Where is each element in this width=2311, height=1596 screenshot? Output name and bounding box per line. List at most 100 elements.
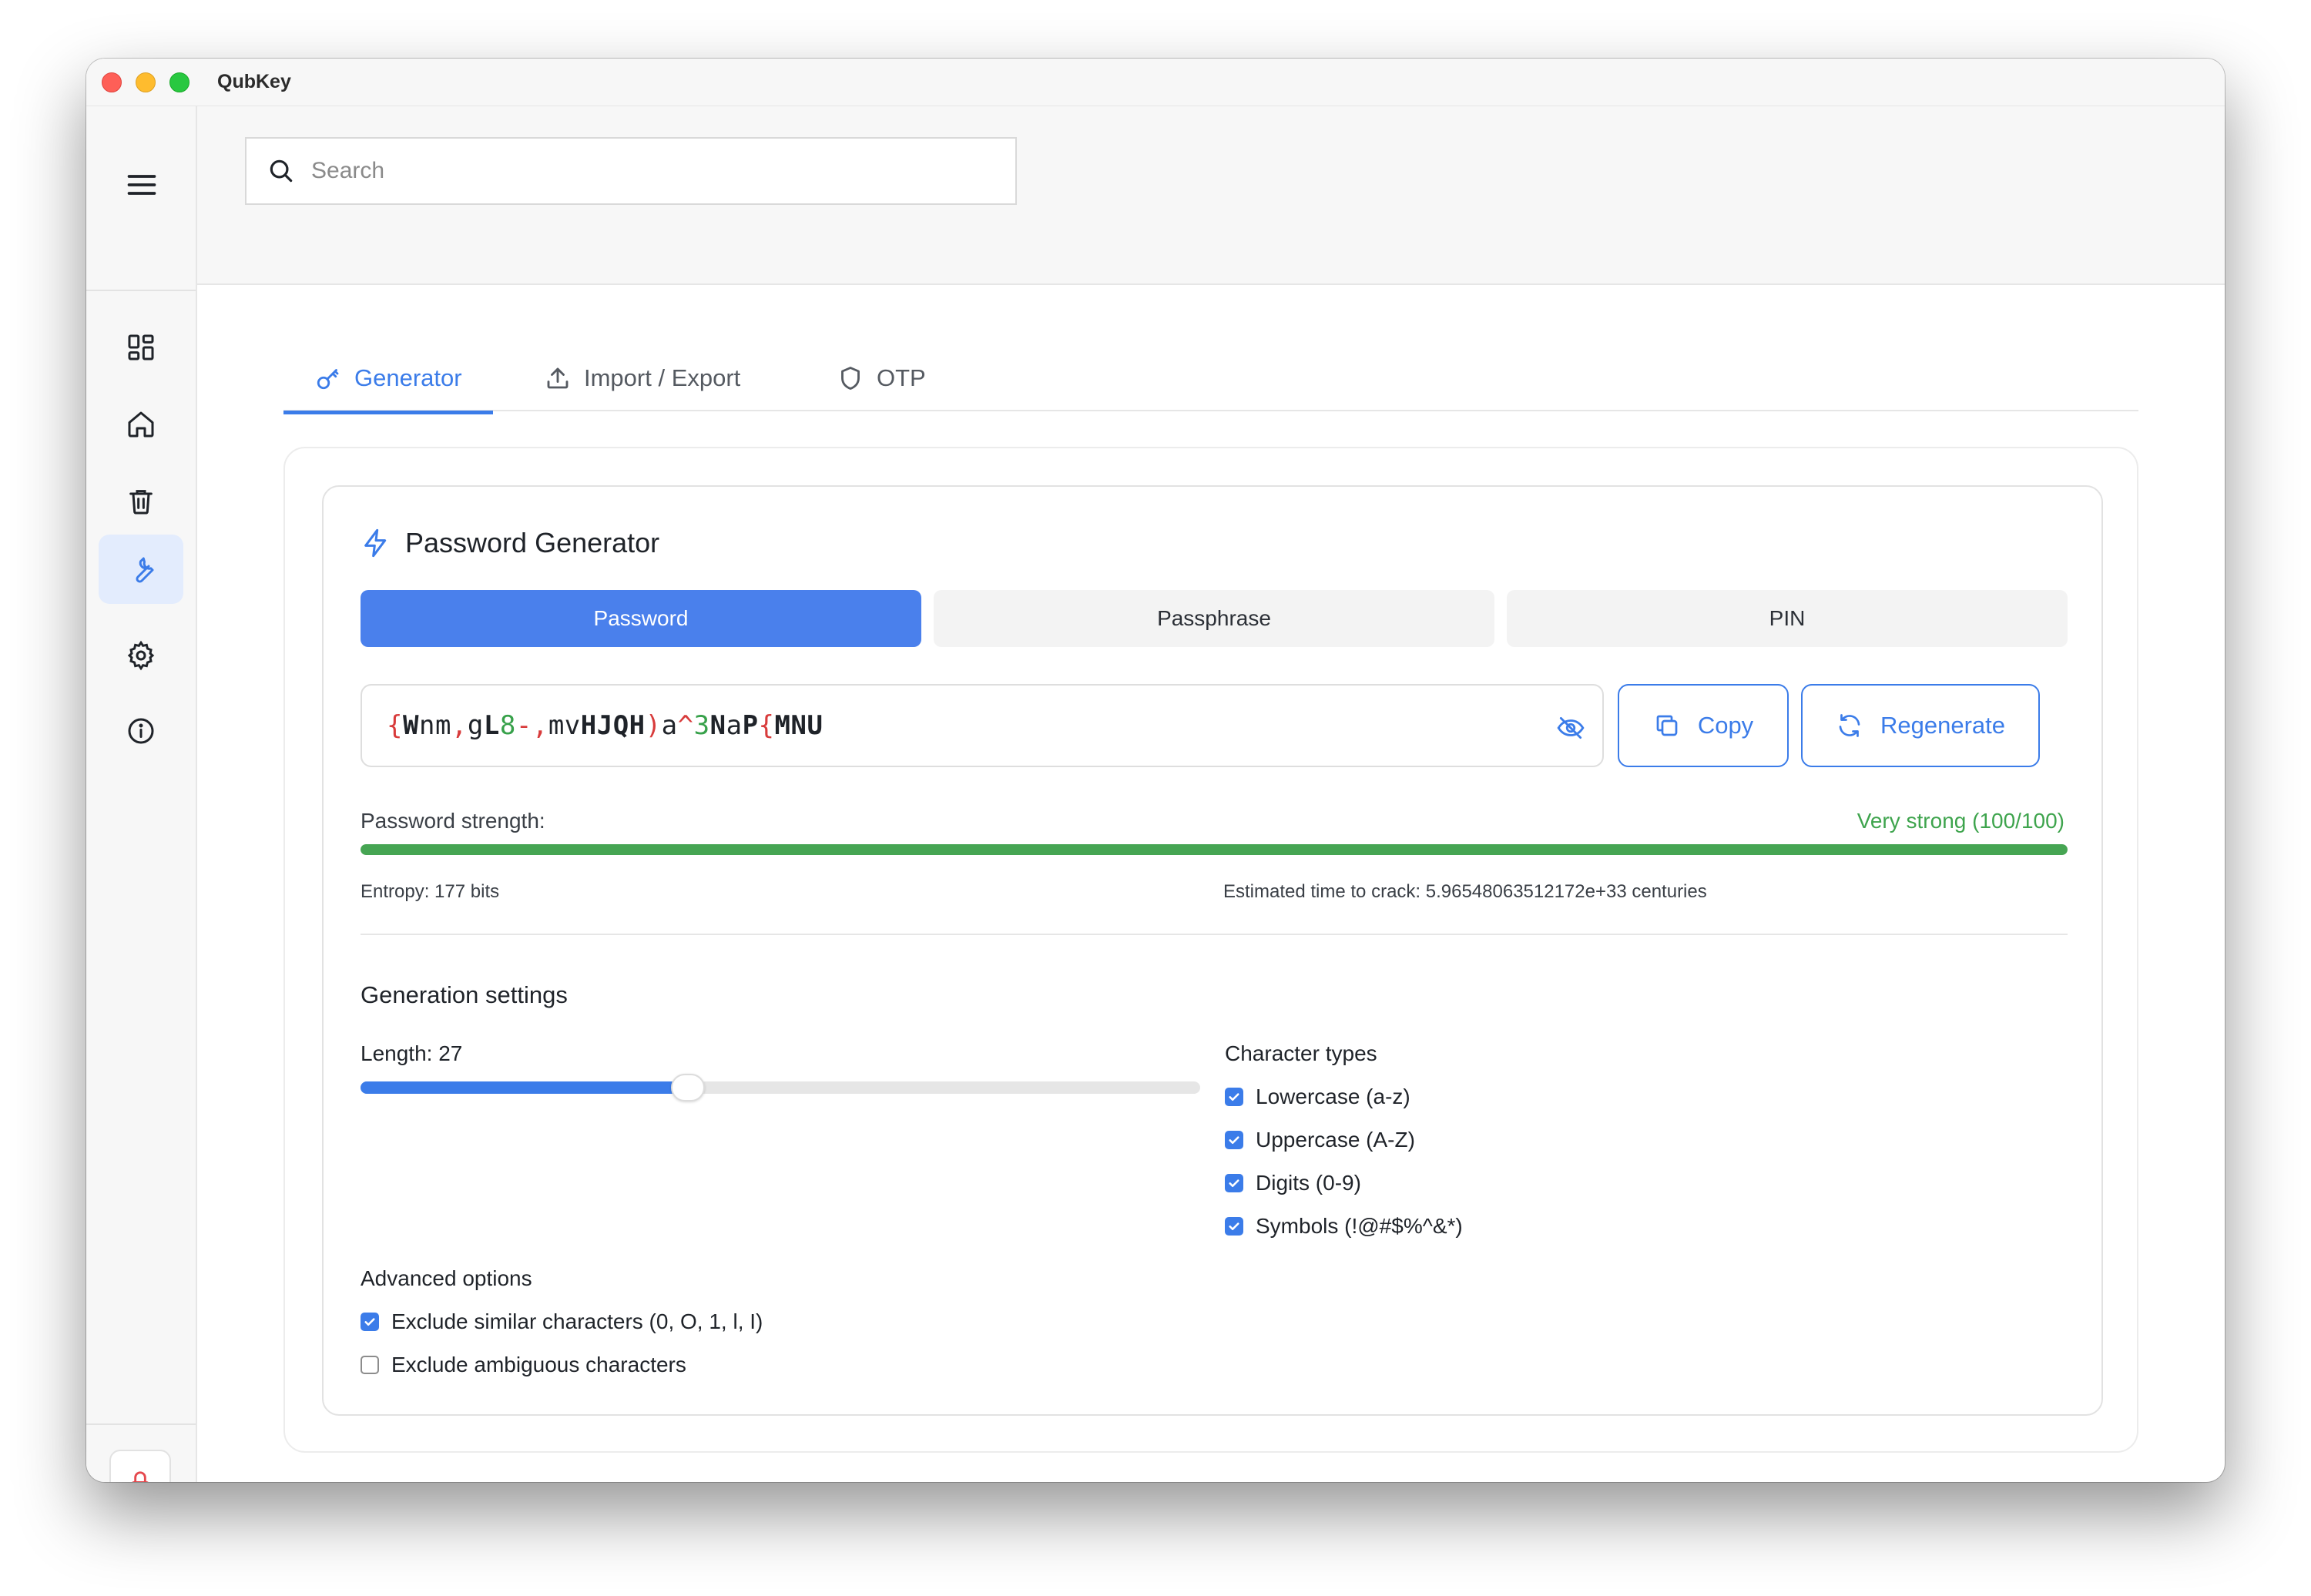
- menu-icon[interactable]: [125, 168, 159, 202]
- advanced-options-title: Advanced options: [361, 1266, 532, 1290]
- window-controls: [102, 72, 190, 92]
- checkbox-label: Symbols (!@#$%^&*): [1256, 1214, 1463, 1238]
- checkbox-lowercase[interactable]: Lowercase (a-z): [1225, 1085, 1410, 1109]
- sidebar-item-settings[interactable]: [99, 621, 183, 690]
- checkbox-digits[interactable]: Digits (0-9): [1225, 1171, 1361, 1195]
- crack-time-text: Estimated time to crack: 5.9654806351217…: [1223, 881, 1707, 902]
- search-box[interactable]: [245, 137, 1017, 205]
- regenerate-button[interactable]: Regenerate: [1801, 684, 2040, 767]
- entropy-text: Entropy: 177 bits: [361, 881, 500, 902]
- tab-otp[interactable]: OTP: [806, 345, 957, 411]
- eye-off-icon[interactable]: [1556, 713, 1585, 743]
- upload-icon: [547, 367, 569, 389]
- strength-bar: [361, 844, 2068, 855]
- strength-value: Very strong (100/100): [1857, 809, 2064, 833]
- card-title: Password Generator: [405, 527, 660, 558]
- sidebar-item-trash[interactable]: [99, 467, 183, 536]
- password-segment: HJQH: [580, 710, 646, 741]
- lightning-icon: [364, 528, 387, 558]
- checkbox-box[interactable]: [361, 1313, 379, 1331]
- password-segment: nm: [418, 710, 451, 741]
- char-types-title: Character types: [1225, 1041, 1377, 1065]
- top-bar: [197, 106, 2225, 285]
- checkbox-box[interactable]: [1225, 1174, 1243, 1192]
- dashboard-icon: [128, 334, 154, 360]
- length-slider[interactable]: [361, 1074, 1200, 1101]
- password-segment: ,: [451, 710, 468, 741]
- search-input[interactable]: [311, 158, 974, 184]
- password-segment: 8: [499, 710, 516, 741]
- password-segment: {: [758, 710, 775, 741]
- mode-pin-button[interactable]: PIN: [1507, 590, 2068, 647]
- password-segment: g: [467, 710, 484, 741]
- check-icon: [1229, 1222, 1239, 1231]
- lock-icon: [132, 1471, 149, 1482]
- gear-icon: [127, 640, 155, 671]
- checkbox-box[interactable]: [1225, 1131, 1243, 1149]
- checkbox-box[interactable]: [1225, 1217, 1243, 1236]
- shield-icon: [841, 367, 860, 390]
- copy-button[interactable]: Copy: [1618, 684, 1789, 767]
- checkbox-symbols[interactable]: Symbols (!@#$%^&*): [1225, 1214, 1463, 1239]
- section-divider: [361, 934, 2068, 935]
- wrench-icon: [136, 557, 154, 583]
- password-segment: L: [483, 710, 500, 741]
- sidebar-item-about[interactable]: [99, 696, 183, 766]
- password-segment: 3: [693, 710, 710, 741]
- settings-title: Generation settings: [361, 981, 568, 1008]
- card-header: Password Generator: [361, 527, 659, 559]
- checkbox-exclude-similar[interactable]: Exclude similar characters (0, O, 1, l, …: [361, 1309, 763, 1334]
- copy-icon: [1656, 715, 1678, 736]
- password-segment: ^: [677, 710, 694, 741]
- length-label: Length: 27: [361, 1041, 463, 1065]
- password-segment: mv: [548, 710, 581, 741]
- minimize-window-button[interactable]: [136, 72, 156, 92]
- sidebar-divider: [86, 290, 196, 291]
- sidebar-item-tools[interactable]: [99, 535, 183, 604]
- sidebar-divider: [86, 1423, 196, 1425]
- sidebar-item-dashboard[interactable]: [99, 313, 183, 382]
- close-window-button[interactable]: [102, 72, 122, 92]
- password-segment: a: [726, 710, 743, 741]
- sidebar: [86, 106, 197, 1482]
- tab-label: Import / Export: [584, 364, 741, 391]
- info-icon: [128, 718, 154, 744]
- search-icon: [270, 159, 293, 183]
- lock-vault-button[interactable]: [109, 1450, 171, 1482]
- checkbox-label: Exclude similar characters (0, O, 1, l, …: [391, 1309, 763, 1333]
- tab-label: Generator: [354, 364, 462, 391]
- password-output-field[interactable]: {Wnm,gL8-,mvHJQH)a^3NaP{MNU: [361, 684, 1604, 767]
- slider-thumb[interactable]: [671, 1074, 706, 1101]
- mode-password-button[interactable]: Password: [361, 590, 921, 647]
- password-segment: {: [387, 710, 403, 741]
- tab-label: OTP: [877, 364, 926, 391]
- checkbox-box[interactable]: [1225, 1088, 1243, 1106]
- home-icon: [128, 411, 154, 438]
- password-segment: W: [402, 710, 419, 741]
- checkbox-exclude-ambiguous[interactable]: Exclude ambiguous characters: [361, 1353, 686, 1377]
- generator-panel: Password Generator Password Passphrase P…: [283, 447, 2138, 1453]
- tab-generator[interactable]: Generator: [283, 345, 493, 414]
- checkbox-uppercase[interactable]: Uppercase (A-Z): [1225, 1128, 1415, 1152]
- tab-bar: Generator Import / Export OTP: [283, 290, 2138, 414]
- title-bar: QubKey: [86, 59, 2225, 106]
- sidebar-item-home[interactable]: [99, 390, 183, 459]
- strength-bar-fill: [361, 844, 2068, 855]
- password-segment: P: [742, 710, 759, 741]
- password-segment: ): [645, 710, 662, 741]
- refresh-icon: [1839, 714, 1860, 737]
- app-title: QubKey: [217, 71, 291, 92]
- password-segment: N: [709, 710, 726, 741]
- password-segment: MNU: [774, 710, 823, 741]
- mode-passphrase-button[interactable]: Passphrase: [934, 590, 1494, 647]
- password-generator-card: Password Generator Password Passphrase P…: [322, 485, 2103, 1416]
- generated-password: {Wnm,gL8-,mvHJQH)a^3NaP{MNU: [387, 710, 823, 741]
- checkbox-label: Digits (0-9): [1256, 1171, 1361, 1195]
- check-icon: [1229, 1136, 1239, 1145]
- tab-import-export[interactable]: Import / Export: [513, 345, 771, 411]
- maximize-window-button[interactable]: [169, 72, 190, 92]
- slider-fill: [361, 1081, 689, 1094]
- check-icon: [1229, 1093, 1239, 1101]
- checkbox-label: Lowercase (a-z): [1256, 1085, 1410, 1108]
- checkbox-box[interactable]: [361, 1356, 379, 1374]
